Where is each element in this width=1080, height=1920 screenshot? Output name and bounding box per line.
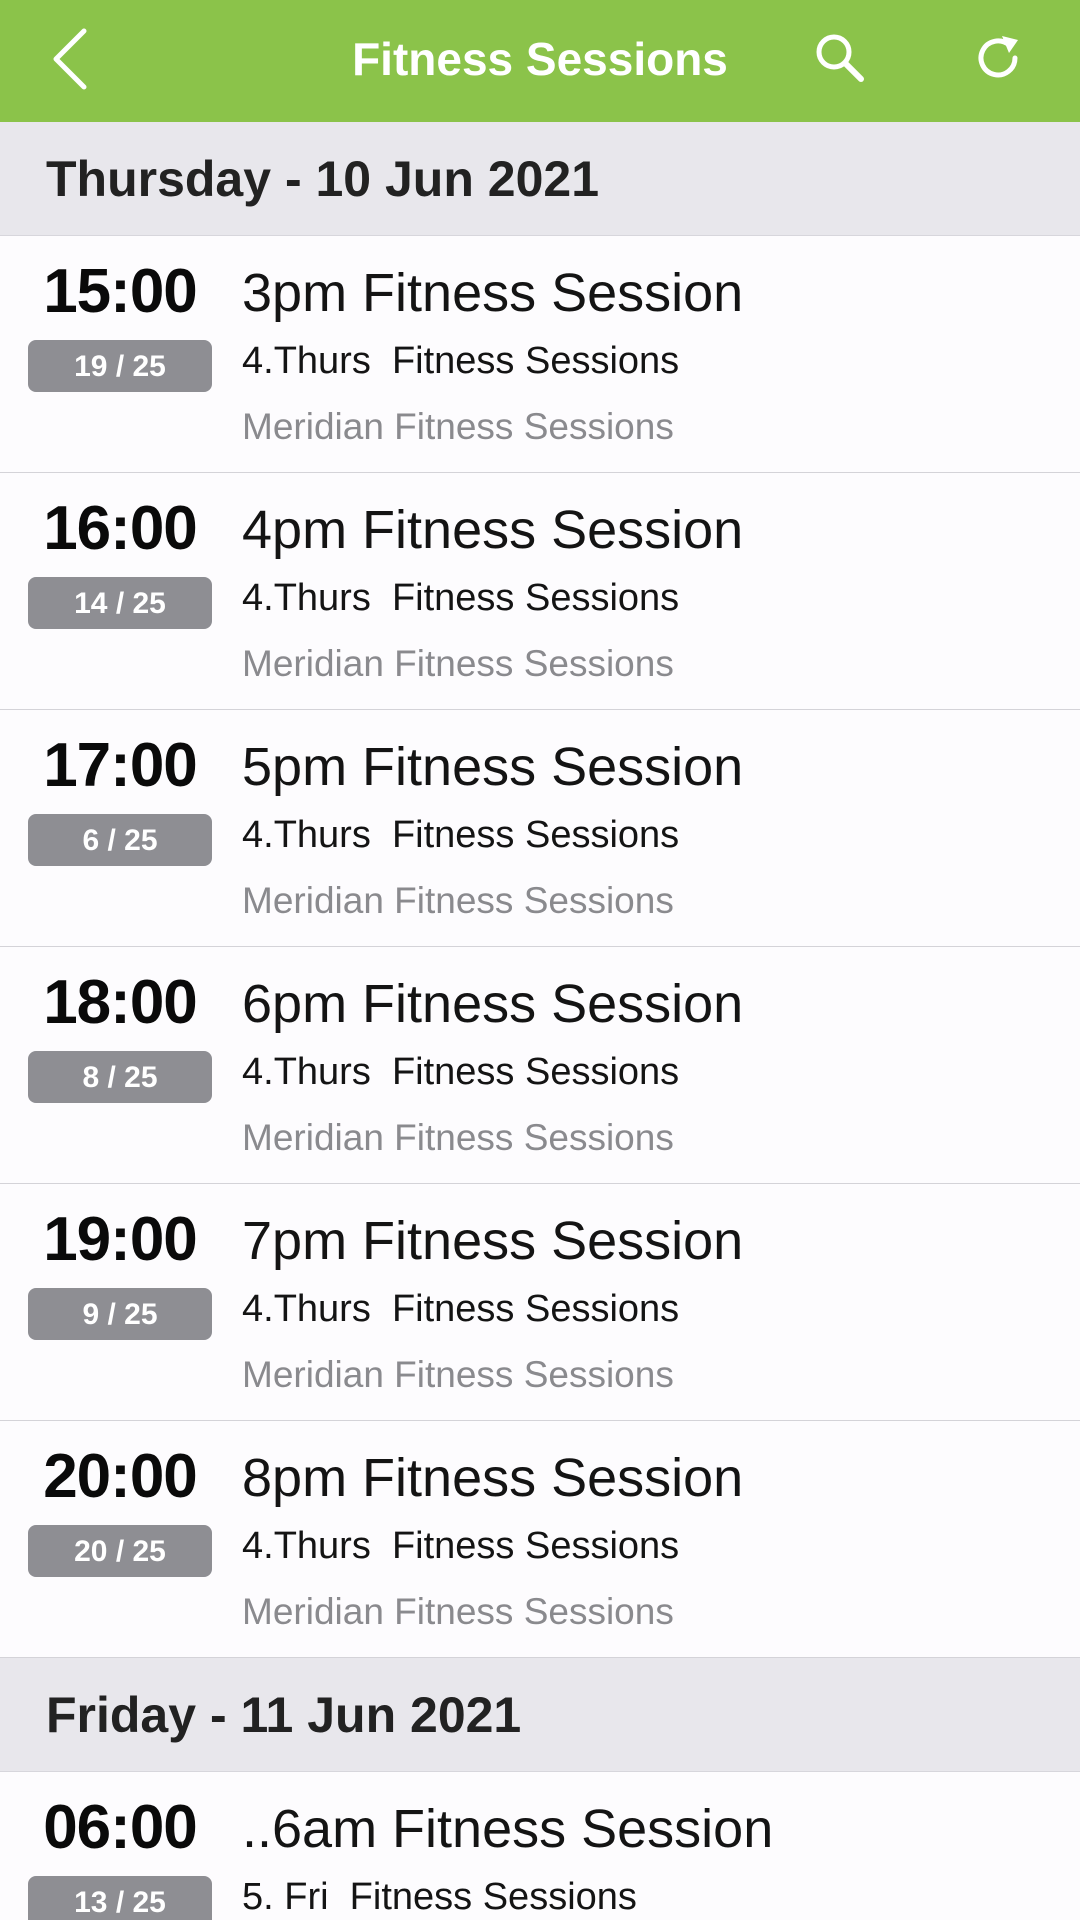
session-category: 5. Fri Fitness Sessions bbox=[242, 1876, 637, 1918]
session-name: 6pm Fitness Session bbox=[242, 974, 744, 1034]
back-button[interactable] bbox=[40, 26, 100, 96]
session-name: ..6am Fitness Session bbox=[242, 1799, 774, 1859]
session-category: 4.Thurs Fitness Sessions bbox=[242, 814, 680, 856]
refresh-icon bbox=[971, 31, 1025, 90]
session-category: 4.Thurs Fitness Sessions bbox=[242, 340, 680, 382]
session-row[interactable]: 19:00 9 / 25 7pm Fitness Session 4.Thurs Fi… bbox=[0, 1184, 1080, 1421]
capacity-badge: 19 / 25 bbox=[28, 340, 212, 392]
refresh-button[interactable] bbox=[966, 28, 1030, 92]
capacity-badge: 14 / 25 bbox=[28, 577, 212, 629]
session-provider: Meridian Fitness Sessions bbox=[242, 1354, 674, 1395]
search-icon bbox=[813, 31, 867, 90]
capacity-badge: 6 / 25 bbox=[28, 814, 212, 866]
session-row[interactable]: 20:00 20 / 25 8pm Fitness Session 4.Thurs F… bbox=[0, 1421, 1080, 1658]
chevron-left-icon bbox=[50, 27, 90, 96]
session-provider: Meridian Fitness Sessions bbox=[242, 1591, 674, 1632]
capacity-badge: 9 / 25 bbox=[28, 1288, 212, 1340]
session-provider: Meridian Fitness Sessions bbox=[242, 643, 674, 684]
session-row[interactable]: 18:00 8 / 25 6pm Fitness Session 4.Thurs Fi… bbox=[0, 947, 1080, 1184]
session-time: 20:00 bbox=[43, 1442, 198, 1511]
session-name: 3pm Fitness Session bbox=[242, 263, 744, 323]
day-section-header: Thursday - 10 Jun 2021 bbox=[0, 122, 1080, 236]
session-name: 4pm Fitness Session bbox=[242, 500, 744, 560]
session-time: 06:00 bbox=[43, 1793, 198, 1862]
session-time: 19:00 bbox=[43, 1205, 198, 1274]
top-bar: Fitness Sessions bbox=[0, 0, 1080, 122]
day-section-header: Friday - 11 Jun 2021 bbox=[0, 1658, 1080, 1772]
session-provider: Meridian Fitness Sessions bbox=[242, 880, 674, 921]
capacity-badge: 8 / 25 bbox=[28, 1051, 212, 1103]
capacity-badge: 13 / 25 bbox=[28, 1876, 212, 1920]
session-time: 18:00 bbox=[43, 968, 198, 1037]
session-category: 4.Thurs Fitness Sessions bbox=[242, 1051, 680, 1093]
session-row[interactable]: 17:00 6 / 25 5pm Fitness Session 4.Thurs Fi… bbox=[0, 710, 1080, 947]
session-row[interactable]: 06:00 13 / 25 ..6am Fitness Session 5. Fri … bbox=[0, 1772, 1080, 1920]
session-time: 16:00 bbox=[43, 494, 198, 563]
app-screen: Fitness Sessions Thursday - 10 Jun 2021 1… bbox=[0, 0, 1080, 1920]
session-name: 5pm Fitness Session bbox=[242, 737, 744, 797]
session-row[interactable]: 15:00 19 / 25 3pm Fitness Session 4.Thurs F… bbox=[0, 236, 1080, 473]
session-category: 4.Thurs Fitness Sessions bbox=[242, 577, 680, 619]
search-button[interactable] bbox=[808, 28, 872, 92]
page-title: Fitness Sessions bbox=[352, 33, 728, 85]
session-list: Thursday - 10 Jun 2021 15:00 19 / 25 3pm Fi… bbox=[0, 122, 1080, 1920]
session-name: 7pm Fitness Session bbox=[242, 1211, 744, 1271]
session-name: 8pm Fitness Session bbox=[242, 1448, 744, 1508]
session-row[interactable]: 16:00 14 / 25 4pm Fitness Session 4.Thurs F… bbox=[0, 473, 1080, 710]
session-time: 17:00 bbox=[43, 731, 198, 800]
session-time: 15:00 bbox=[43, 257, 198, 326]
session-provider: Meridian Fitness Sessions bbox=[242, 1117, 674, 1158]
session-provider: Meridian Fitness Sessions bbox=[242, 406, 674, 447]
capacity-badge: 20 / 25 bbox=[28, 1525, 212, 1577]
session-category: 4.Thurs Fitness Sessions bbox=[242, 1288, 680, 1330]
session-category: 4.Thurs Fitness Sessions bbox=[242, 1525, 680, 1567]
